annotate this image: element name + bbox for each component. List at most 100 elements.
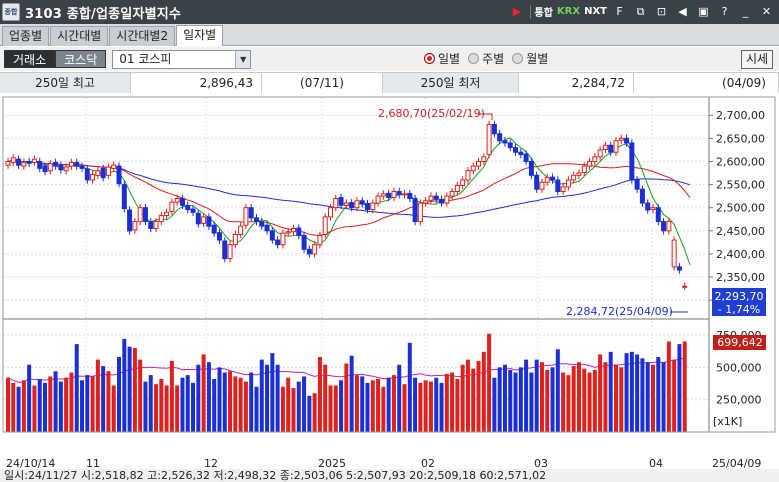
volume-bar: [582, 368, 587, 432]
candle-body: [682, 285, 688, 288]
radio-monthly[interactable]: 월별: [512, 50, 548, 67]
restore-icon[interactable]: ▣: [695, 3, 712, 20]
help-icon[interactable]: ?: [716, 3, 733, 20]
volume-bar: [64, 377, 69, 432]
radio-label: 일별: [438, 52, 461, 66]
price-volume-chart[interactable]: 2,700,00 2,650,00 2,600,00 2,550,00 2,500,00…: [0, 94, 779, 476]
nxt-toggle[interactable]: NXT: [584, 6, 607, 17]
volume-bar: [619, 367, 624, 432]
volume-bar: [95, 359, 100, 432]
candle-body: [618, 137, 624, 141]
quote-button[interactable]: 시세: [741, 50, 773, 69]
volume-bar: [439, 382, 444, 432]
volume-bar: [122, 338, 127, 432]
candle-body: [565, 179, 571, 188]
volume-bar: [571, 366, 576, 432]
prev-icon[interactable]: ◀: [674, 3, 691, 20]
candle-body: [79, 165, 85, 169]
volume-bar: [80, 380, 85, 432]
volume-bar: [661, 362, 666, 432]
radio-weekly[interactable]: 주별: [468, 50, 504, 67]
current-price: 2,293,70: [715, 290, 764, 303]
minimize-icon[interactable]: _: [737, 3, 754, 20]
volume-bar: [339, 380, 344, 432]
close-icon[interactable]: ✕: [758, 3, 775, 20]
candle-body: [671, 239, 677, 268]
candle-body: [476, 160, 482, 167]
candle-body: [280, 232, 286, 246]
candle-body: [550, 176, 556, 181]
volume-bar: [307, 395, 312, 432]
chevron-down-icon[interactable]: ▼: [235, 50, 251, 68]
candle-body: [354, 200, 360, 209]
volume-bar: [640, 358, 645, 432]
volume-bar: [370, 380, 375, 432]
volume-bar: [328, 385, 333, 432]
high-value: 2,896,43: [131, 73, 262, 93]
volume-bar: [561, 372, 566, 432]
volume-bar: [185, 375, 190, 432]
tab-by-time[interactable]: 시간대별: [50, 26, 109, 46]
volume-bar: [450, 372, 455, 432]
tab-bar: 업종별 시간대별 시간대별2 일자별: [0, 24, 779, 46]
volume-bar: [502, 364, 507, 432]
volume-bar: [254, 386, 259, 432]
volume-current: 699,642: [717, 336, 763, 349]
volume-bar: [85, 375, 90, 432]
radio-daily[interactable]: 일별: [424, 50, 460, 67]
volume-bar: [169, 360, 174, 432]
volume-bar: [312, 393, 317, 432]
candle-body: [253, 217, 259, 223]
candle-body: [5, 160, 11, 166]
lock-icon[interactable]: ⊡: [653, 3, 670, 20]
candle-body: [238, 225, 244, 235]
play-icon[interactable]: ▶: [509, 3, 526, 20]
candle-body: [454, 185, 460, 193]
volume-bar: [265, 364, 270, 432]
candle-body: [349, 202, 355, 209]
candle-body: [602, 144, 608, 150]
volume-bar: [43, 382, 48, 432]
radio-dot-icon: [468, 53, 480, 64]
candle-body: [402, 193, 408, 196]
tab-by-date[interactable]: 일자별: [176, 25, 224, 46]
volume-bar: [323, 364, 328, 432]
tab-by-time2[interactable]: 시간대별2: [109, 26, 176, 46]
volume-bar: [286, 377, 291, 432]
high-label: 250일 최고: [0, 73, 131, 93]
volume-bar: [37, 379, 42, 432]
candle-body: [216, 232, 222, 241]
candle-body: [333, 197, 339, 209]
tab-by-sector[interactable]: 업종별: [2, 26, 50, 46]
exchange-button[interactable]: 거래소: [4, 50, 56, 68]
volume-bar: [111, 385, 116, 432]
volume-bar: [656, 357, 661, 432]
integrated-toggle[interactable]: 통합: [535, 4, 553, 19]
price-tick-label: 2,350,00: [716, 271, 765, 284]
volume-bar: [418, 382, 423, 432]
candle-body: [301, 234, 307, 250]
candle-body: [396, 191, 402, 196]
chart-area[interactable]: 2,700,00 2,650,00 2,600,00 2,550,00 2,500,00…: [0, 94, 779, 476]
volume-bar: [354, 375, 359, 432]
candle-body: [343, 202, 349, 206]
volume-bar: [6, 377, 10, 432]
candle-body: [661, 221, 667, 232]
price-tick-label: 2,600,00: [716, 155, 765, 168]
candle-body: [634, 179, 640, 190]
link-icon[interactable]: ⧉: [632, 3, 649, 20]
candle-body: [105, 166, 111, 176]
volume-bar: [217, 367, 222, 432]
candle-body: [53, 161, 59, 167]
volume-bar: [206, 362, 211, 432]
candle-body: [84, 168, 90, 181]
volume-bar: [16, 386, 21, 432]
candle-body: [275, 239, 281, 246]
volume-bar: [233, 376, 238, 432]
volume-bar: [645, 362, 650, 432]
index-select[interactable]: 01 코스피 ▼: [112, 49, 252, 69]
krx-toggle[interactable]: KRX: [557, 6, 580, 17]
font-icon[interactable]: F: [611, 3, 628, 20]
kosdaq-button[interactable]: 코스닥: [55, 50, 107, 68]
volume-bar: [524, 359, 529, 432]
